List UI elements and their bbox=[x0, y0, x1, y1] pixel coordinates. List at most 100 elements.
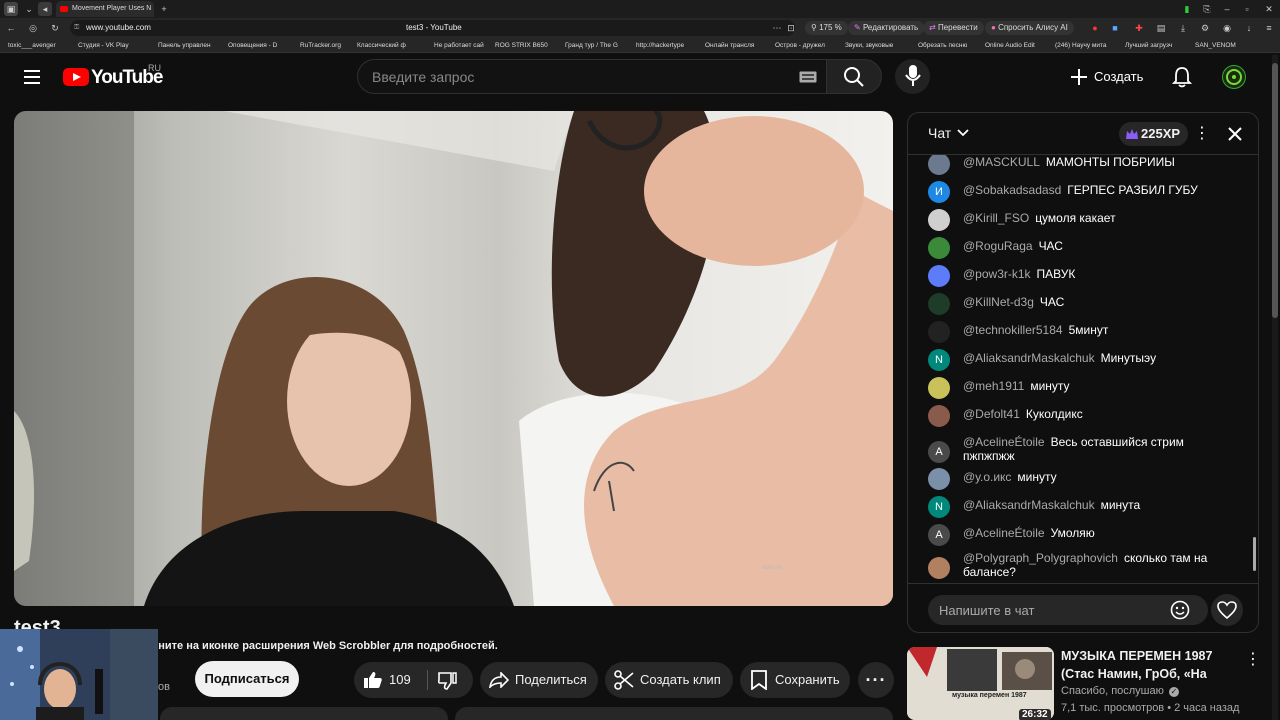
notifications-bell-icon[interactable] bbox=[1172, 66, 1192, 88]
extension-icon[interactable]: ■ bbox=[1108, 21, 1122, 35]
settings-icon[interactable]: ⚙ bbox=[1198, 21, 1212, 35]
chat-author[interactable]: @Sobakadsadasd bbox=[963, 183, 1061, 197]
bookmark-item[interactable]: ROG STRIX B650 bbox=[495, 38, 548, 52]
more-actions-button[interactable]: ··· bbox=[858, 662, 894, 698]
bookmark-item[interactable]: Панель управлен bbox=[158, 38, 211, 52]
chat-author[interactable]: @KillNet-d3g bbox=[963, 295, 1034, 309]
bookmark-item[interactable]: RuTracker.org bbox=[300, 38, 341, 52]
bookmark-item[interactable]: http://hackertype bbox=[636, 38, 684, 52]
bookmark-item[interactable]: Обрезать песню bbox=[918, 38, 967, 52]
chat-author[interactable]: @у.о.икс bbox=[963, 470, 1011, 484]
comments-box[interactable] bbox=[455, 707, 893, 720]
chat-author[interactable]: @meh1911 bbox=[963, 379, 1024, 393]
tab-active[interactable]: Movement Player Uses N bbox=[56, 1, 154, 17]
download-icon[interactable]: ↓ bbox=[1242, 21, 1256, 35]
downloads-icon[interactable]: ⤓ bbox=[1176, 21, 1190, 35]
browser-menu-icon[interactable]: ▣ bbox=[4, 2, 18, 16]
menu-lines-icon[interactable]: ≡ bbox=[1262, 21, 1276, 35]
emoji-icon[interactable] bbox=[1170, 600, 1190, 620]
voice-search-button[interactable] bbox=[895, 59, 930, 94]
maximize-icon[interactable]: ▫ bbox=[1240, 2, 1254, 16]
share-button[interactable]: Поделиться bbox=[480, 662, 598, 698]
clip-label: Создать клип bbox=[640, 672, 721, 687]
alice-button[interactable]: ● Спросить Алису AI bbox=[985, 21, 1074, 35]
close-chat-icon[interactable] bbox=[1228, 127, 1242, 141]
chat-scrollbar[interactable] bbox=[1253, 537, 1256, 571]
bookmark-icon[interactable]: ⊡ bbox=[784, 21, 798, 35]
tab-list-icon[interactable]: ⌄ bbox=[22, 2, 36, 16]
minimize-icon[interactable]: – bbox=[1220, 2, 1234, 16]
bookmark-item[interactable]: Звуки, звуковые bbox=[845, 38, 893, 52]
bookmark-item[interactable]: toxic___avenger bbox=[8, 38, 56, 52]
split-icon[interactable]: ⎘ bbox=[1200, 2, 1214, 16]
dislike-button[interactable] bbox=[428, 662, 473, 698]
like-chat-button[interactable] bbox=[1211, 594, 1243, 626]
bookmark-item[interactable]: Лучший загрузч bbox=[1125, 38, 1172, 52]
bookmark-item[interactable]: Не работает сай bbox=[434, 38, 484, 52]
xp-badge[interactable]: 225XP bbox=[1119, 122, 1189, 146]
extension-red-icon[interactable]: ✚ bbox=[1132, 21, 1146, 35]
bookmark-item[interactable]: (246) Научу мита bbox=[1055, 38, 1107, 52]
chat-author[interactable]: @AliaksandrMaskalchuk bbox=[963, 498, 1095, 512]
chat-author[interactable]: @MASCKULL bbox=[963, 155, 1040, 169]
chat-avatar bbox=[928, 209, 950, 231]
chat-author[interactable]: @pow3r-k1k bbox=[963, 267, 1031, 281]
edit-extension-button[interactable]: ✎ Редактировать bbox=[848, 21, 925, 35]
youtube-logo[interactable]: YouTube RU bbox=[63, 63, 163, 89]
chat-author[interactable]: @AcelineÉtoile bbox=[963, 435, 1045, 449]
bookmark-item[interactable]: SAN_VENOM bbox=[1195, 38, 1236, 52]
shield-icon[interactable]: ◎ bbox=[26, 21, 40, 35]
hamburger-menu-icon[interactable] bbox=[18, 65, 46, 89]
translate-button[interactable]: ⇄ Перевести bbox=[923, 21, 984, 35]
bookmark-item[interactable]: Online Audio Edit bbox=[985, 38, 1035, 52]
recommendation-channel[interactable]: Спасибо, послушаю ✓ bbox=[1061, 685, 1179, 697]
recommendation-title[interactable]: МУЗЫКА ПЕРЕМЕН 1987 (Стас Намин, ГрОб, «… bbox=[1061, 647, 1236, 683]
reload-icon[interactable]: ↻ bbox=[48, 21, 62, 35]
adblock-icon[interactable]: ● bbox=[1088, 21, 1102, 35]
chat-more-icon[interactable]: ⋮ bbox=[1194, 124, 1210, 144]
bookmark-item[interactable]: Студия - VK Play bbox=[78, 38, 129, 52]
search-input[interactable] bbox=[372, 60, 772, 93]
chat-author[interactable]: @AliaksandrMaskalchuk bbox=[963, 351, 1095, 365]
search-button[interactable] bbox=[826, 59, 882, 94]
back-tab-icon[interactable]: ◂ bbox=[38, 2, 52, 16]
bookmark-item[interactable]: Классический ф bbox=[357, 38, 406, 52]
chat-mode-dropdown[interactable]: Чат bbox=[928, 125, 969, 141]
chat-author[interactable]: @technokiller5184 bbox=[963, 323, 1063, 337]
chat-author[interactable]: @Kirill_FSO bbox=[963, 211, 1029, 225]
channel-name: Спасибо, послушаю bbox=[1061, 685, 1164, 697]
chat-author[interactable]: @Polygraph_Polygraphovich bbox=[963, 551, 1118, 565]
bookmark-item[interactable]: Остров - дружел bbox=[775, 38, 825, 52]
video-player[interactable]: www.vk bbox=[14, 111, 893, 606]
chat-author[interactable]: @Defolt41 bbox=[963, 407, 1020, 421]
chat-author[interactable]: @RoguRaga bbox=[963, 239, 1033, 253]
profile-icon[interactable]: ◉ bbox=[1220, 21, 1234, 35]
page-scrollbar-thumb[interactable] bbox=[1272, 63, 1278, 318]
create-button[interactable]: Создать bbox=[1062, 59, 1150, 94]
chat-text: МАМОНТЫ ПОБРИИЫ bbox=[1045, 155, 1175, 169]
bookmark-item[interactable]: Онлайн трансля bbox=[705, 38, 754, 52]
back-icon[interactable]: ← bbox=[4, 21, 18, 35]
description-box[interactable] bbox=[160, 707, 448, 720]
recommendation-thumbnail[interactable]: музыка перемен 1987 26:32 bbox=[907, 647, 1054, 720]
extension-grey-icon[interactable]: ▤ bbox=[1154, 21, 1168, 35]
more-dots-icon[interactable]: ⋯ bbox=[770, 21, 784, 35]
avatar[interactable] bbox=[1222, 65, 1246, 89]
zoom-button[interactable]: ⚲ 175 % bbox=[805, 21, 848, 35]
subscribe-button[interactable]: Подписаться bbox=[195, 661, 299, 697]
save-button[interactable]: Сохранить bbox=[740, 662, 850, 698]
new-tab-icon[interactable]: + bbox=[157, 2, 171, 16]
chat-input[interactable] bbox=[928, 595, 1208, 625]
keyboard-icon[interactable] bbox=[799, 71, 817, 83]
recommendation-more-icon[interactable]: ⋮ bbox=[1245, 652, 1261, 668]
like-button[interactable]: 109 bbox=[354, 662, 426, 698]
chat-text: 5минут bbox=[1068, 323, 1109, 337]
bookmark-item[interactable]: Гранд тур / The G bbox=[565, 38, 618, 52]
edit-icon: ✎ bbox=[854, 23, 863, 32]
chat-author[interactable]: @AcelineÉtoile bbox=[963, 526, 1045, 540]
bookmark-item[interactable]: Оповещения - D bbox=[228, 38, 277, 52]
chat-text: ЧАС bbox=[1039, 295, 1065, 309]
close-window-icon[interactable]: ✕ bbox=[1262, 2, 1276, 16]
chat-input-row bbox=[908, 583, 1258, 632]
clip-button[interactable]: Создать клип bbox=[605, 662, 733, 698]
